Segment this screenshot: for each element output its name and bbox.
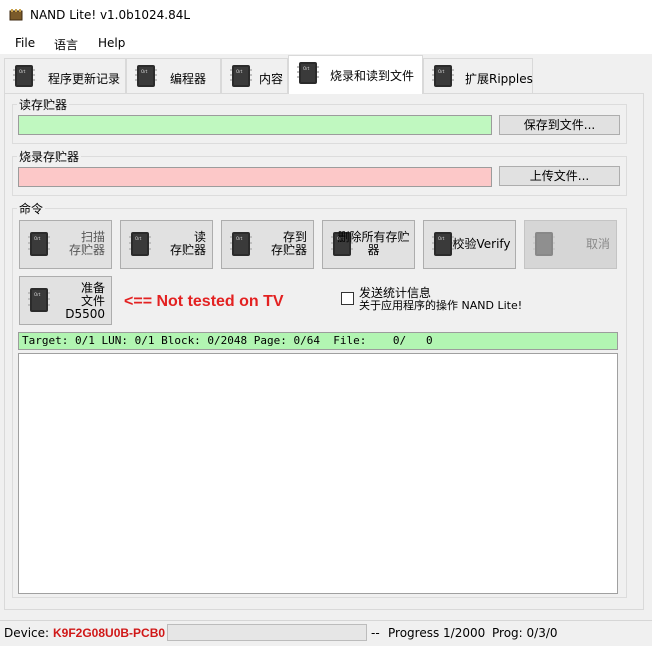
status-bar: Device: K9F2G08U0B-PCB0 -- Progress 1/20… xyxy=(0,620,652,646)
read-group-label: 读存贮器 xyxy=(17,96,70,113)
menu-bar: File 语言 Help xyxy=(0,32,652,54)
device-label: Device: xyxy=(4,626,50,640)
tab-label: 扩展Ripples xyxy=(465,72,533,86)
log-output[interactable] xyxy=(18,353,618,594)
cmd-label: 读 存贮器 xyxy=(169,230,206,257)
device-value: K9F2G08U0B-PCB0 xyxy=(53,626,166,640)
svg-text:Ort: Ort xyxy=(438,69,445,74)
about-app-label: 关于应用程序的操作 NAND Lite! xyxy=(359,299,523,312)
save-to-file-button[interactable]: 保存到文件... xyxy=(499,115,620,135)
cmd-label: 准备 文件 D5500 xyxy=(65,281,105,321)
tab-label: 烧录和读到文件 xyxy=(330,69,415,83)
write-group-label: 烧录存贮器 xyxy=(17,148,82,165)
menu-language[interactable]: 语言 xyxy=(54,36,78,53)
svg-text:Ort: Ort xyxy=(438,236,445,241)
svg-text:Ort: Ort xyxy=(303,66,310,71)
chip-icon: Ort xyxy=(230,65,252,87)
cancel-button[interactable]: 取消 xyxy=(524,220,617,269)
tab-label: 内容 xyxy=(259,72,284,86)
prog-text: Prog: 0/3/0 xyxy=(492,626,558,640)
chip-icon: Ort xyxy=(28,232,50,256)
svg-text:Ort: Ort xyxy=(135,236,142,241)
svg-text:Ort: Ort xyxy=(34,236,41,241)
command-group-label: 命令 xyxy=(17,200,46,217)
chip-icon: Ort xyxy=(135,65,157,87)
target-status-line: Target: 0/1 LUN: 0/1 Block: 0/2048 Page:… xyxy=(18,332,618,350)
app-chip-icon xyxy=(9,9,23,21)
not-tested-warning: <== Not tested on TV xyxy=(124,293,284,310)
read-progress-bar xyxy=(18,115,492,135)
cmd-label: 存到 存贮器 xyxy=(270,230,307,257)
prepare-file-button[interactable]: Ort 准备 文件 D5500 xyxy=(19,276,112,325)
menu-help[interactable]: Help xyxy=(98,36,125,50)
tab-programmer[interactable]: Ort 编程器 xyxy=(126,58,221,94)
svg-text:Ort: Ort xyxy=(19,69,26,74)
svg-text:Ort: Ort xyxy=(236,236,243,241)
scan-memory-button[interactable]: Ort 扫描 存贮器 xyxy=(19,220,112,269)
window-title: NAND Lite! v1.0b1024.84L xyxy=(30,8,191,22)
cmd-label: 扫描 存贮器 xyxy=(68,230,105,257)
progress-text: Progress 1/2000 xyxy=(388,626,486,640)
upload-file-button[interactable]: 上传文件... xyxy=(499,166,620,186)
tab-label: 编程器 xyxy=(170,72,207,86)
cmd-label: 校验Verify xyxy=(452,237,511,251)
chip-icon: Ort xyxy=(28,288,50,312)
svg-text:Ort: Ort xyxy=(141,69,148,74)
cmd-label: 取消 xyxy=(585,237,610,251)
send-stats-checkbox[interactable] xyxy=(341,292,354,305)
cmd-label: 删除所有存贮器 xyxy=(337,230,410,257)
write-progress-bar xyxy=(18,167,492,187)
chip-icon: Ort xyxy=(432,65,454,87)
chip-icon: Ort xyxy=(129,232,151,256)
tab-changelog[interactable]: Ort 程序更新记录 xyxy=(4,58,126,94)
svg-text:Ort: Ort xyxy=(34,292,41,297)
chip-icon: Ort xyxy=(297,62,319,84)
read-memory-button[interactable]: Ort 读 存贮器 xyxy=(120,220,213,269)
erase-all-memory-button[interactable]: Ort 删除所有存贮器 xyxy=(322,220,415,269)
tab-burn-read-file[interactable]: Ort 烧录和读到文件 xyxy=(288,55,423,94)
chip-icon: Ort xyxy=(13,65,35,87)
tab-strip: Ort 程序更新记录 Ort 编程器 Ort 内容 Ort 烧录和读到文件 Or… xyxy=(4,55,644,94)
progress-bar xyxy=(167,624,367,641)
separator: -- xyxy=(371,626,380,640)
verify-button[interactable]: Ort 校验Verify xyxy=(423,220,516,269)
menu-file[interactable]: File xyxy=(15,36,35,50)
tab-label: 程序更新记录 xyxy=(48,72,121,86)
tab-ripples[interactable]: Ort 扩展Ripples xyxy=(423,58,533,94)
title-bar: NAND Lite! v1.0b1024.84L xyxy=(0,0,652,32)
svg-text:Ort: Ort xyxy=(236,69,243,74)
write-memory-button[interactable]: Ort 存到 存贮器 xyxy=(221,220,314,269)
chip-icon: Ort xyxy=(230,232,252,256)
chip-icon xyxy=(533,232,555,256)
tab-content[interactable]: Ort 内容 xyxy=(221,58,288,94)
